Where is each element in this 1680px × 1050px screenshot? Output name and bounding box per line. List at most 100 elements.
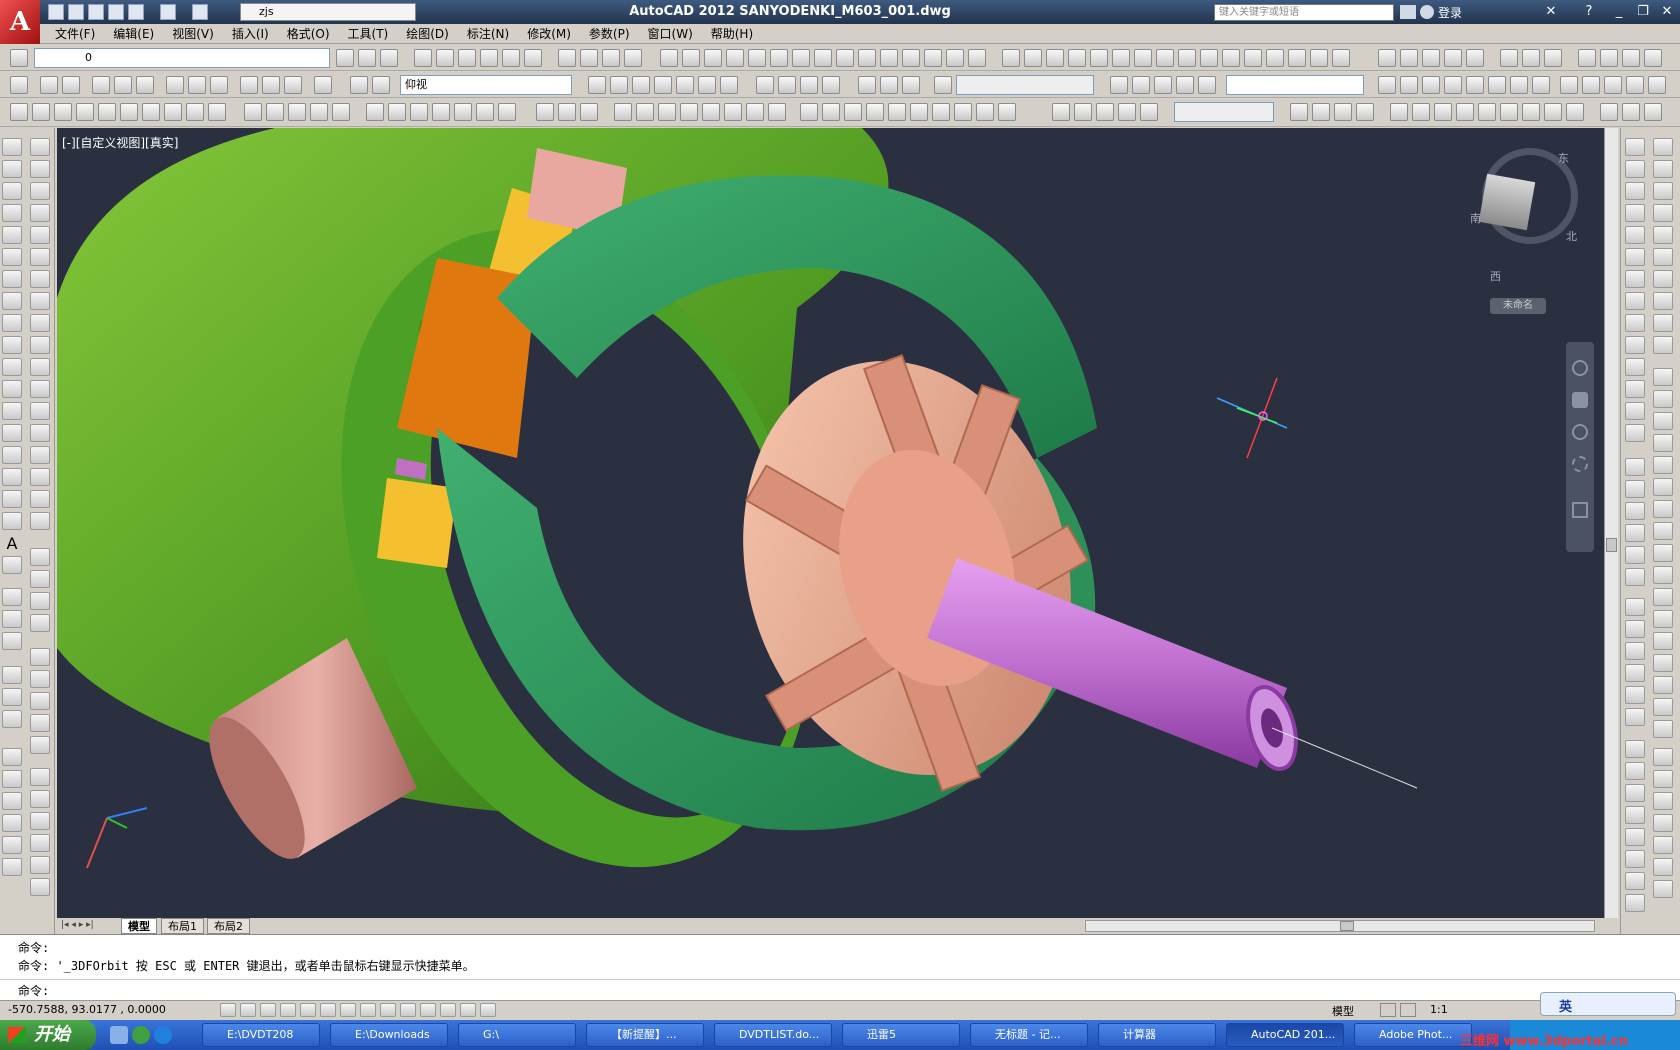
layer-delete-icon[interactable] <box>602 49 620 67</box>
slice-icon[interactable] <box>954 103 972 121</box>
render-icon[interactable] <box>1378 49 1396 67</box>
zoom-window-icon[interactable] <box>1154 76 1172 94</box>
solid-intersect-icon[interactable] <box>580 103 598 121</box>
maximize-button[interactable]: ❐ <box>1632 3 1654 21</box>
tab-navigation-arrows[interactable]: |◂ ◂ ▸ ▸| <box>61 920 121 932</box>
menu-parametric[interactable]: 参数(P) <box>580 24 639 44</box>
zoom-dropdown[interactable] <box>1226 75 1364 95</box>
dim-jogged-icon[interactable] <box>1112 49 1130 67</box>
ucs-view-icon[interactable] <box>114 76 132 94</box>
block-icon[interactable] <box>1140 103 1158 121</box>
walkthrough-icon[interactable] <box>1653 456 1673 474</box>
table-icon[interactable] <box>1052 103 1070 121</box>
quick-properties-icon[interactable] <box>460 1003 476 1017</box>
3d-move-icon[interactable] <box>432 103 450 121</box>
texture-icon[interactable] <box>1653 698 1673 716</box>
rectangle-icon[interactable] <box>2 226 22 244</box>
solid-draw-icon[interactable] <box>1625 380 1645 398</box>
cylinder-right-icon[interactable] <box>1653 160 1673 178</box>
infer-constraints-icon[interactable] <box>220 1003 236 1017</box>
offset-icon[interactable] <box>2 610 22 628</box>
polygon-icon[interactable] <box>2 204 22 222</box>
design-center-icon[interactable] <box>1600 103 1618 121</box>
selection-cycling-icon[interactable] <box>480 1003 496 1017</box>
parametric-icon[interactable] <box>1625 784 1645 802</box>
view-se-iso-icon[interactable] <box>756 76 774 94</box>
properties-match-icon[interactable] <box>30 648 50 666</box>
dim-aligned-icon[interactable] <box>1024 49 1042 67</box>
vertical-scrollbar[interactable] <box>1604 128 1618 918</box>
zoom-extents-icon[interactable] <box>1198 76 1216 94</box>
attach-icon[interactable] <box>1653 720 1673 738</box>
manage-icon[interactable] <box>1625 806 1645 824</box>
material-icon[interactable] <box>1422 49 1440 67</box>
transparency-icon[interactable] <box>440 1003 456 1017</box>
dim-space-icon[interactable] <box>1244 49 1262 67</box>
view-back-icon[interactable] <box>698 76 716 94</box>
break-icon[interactable] <box>30 402 50 420</box>
free-orbit-icon[interactable] <box>1522 49 1540 67</box>
inspect-icon[interactable] <box>1332 49 1350 67</box>
view-right-icon[interactable] <box>654 76 672 94</box>
spell-check-icon[interactable] <box>1456 103 1474 121</box>
copy-icon[interactable] <box>30 160 50 178</box>
ime-language[interactable]: 英 <box>1559 996 1572 1015</box>
help-icon[interactable]: ? <box>1578 3 1600 21</box>
scale-icon[interactable] <box>30 292 50 310</box>
section-icon[interactable] <box>1625 336 1645 354</box>
ucs-origin-icon[interactable] <box>136 76 154 94</box>
constraint-icon[interactable] <box>2 748 22 766</box>
gradient-icon[interactable] <box>2 468 22 486</box>
tab-model[interactable]: 模型 <box>121 918 157 934</box>
dim-continue-icon[interactable] <box>1222 49 1240 67</box>
snap-settings-icon[interactable] <box>968 49 986 67</box>
rotate-faces-icon[interactable] <box>702 103 720 121</box>
text-style-dropdown[interactable] <box>1174 102 1274 122</box>
ucs-icon[interactable] <box>1644 49 1662 67</box>
add-selected-icon[interactable] <box>2 556 22 574</box>
snap-quadrant-icon[interactable] <box>792 49 810 67</box>
ucs-x-icon[interactable] <box>210 76 228 94</box>
model-space-toggle[interactable]: 模型 <box>1332 1003 1354 1019</box>
ucs-menu[interactable]: 未命名 <box>1490 298 1546 314</box>
close-button[interactable]: ✕ <box>1656 3 1678 21</box>
search-input[interactable]: 键入关键字或短语 <box>1214 4 1394 21</box>
menu-file[interactable]: 文件(F) <box>46 24 104 44</box>
zoom-in-icon[interactable] <box>1378 76 1396 94</box>
view-front-icon[interactable] <box>676 76 694 94</box>
geometric-constraint-icon[interactable] <box>2 792 22 810</box>
rotate-icon[interactable] <box>30 270 50 288</box>
tab-layout2[interactable]: 布局2 <box>207 918 250 934</box>
ucs-previous-icon[interactable] <box>40 76 58 94</box>
dgn-icon[interactable] <box>1653 880 1673 898</box>
intersect-icon[interactable] <box>410 103 428 121</box>
edge-icon[interactable] <box>1625 160 1645 178</box>
isolate-objects-icon[interactable] <box>30 736 50 754</box>
draw-order-icon[interactable] <box>30 548 50 566</box>
offset-faces-icon[interactable] <box>658 103 676 121</box>
snap-extension-icon[interactable] <box>748 49 766 67</box>
union-icon[interactable] <box>366 103 384 121</box>
camera-icon[interactable] <box>1578 49 1596 67</box>
extrude-icon[interactable] <box>244 103 262 121</box>
taskbar-item-dvdt208[interactable]: E:\DVDT208 <box>202 1023 320 1047</box>
ucs-zaxis-icon[interactable] <box>166 76 184 94</box>
light-icon[interactable] <box>1400 49 1418 67</box>
dim-radius-icon[interactable] <box>1090 49 1108 67</box>
check-icon[interactable] <box>932 103 950 121</box>
zoom-dynamic-icon[interactable] <box>1510 76 1528 94</box>
ie-icon[interactable] <box>154 1026 172 1044</box>
construction-line-icon[interactable] <box>2 160 22 178</box>
dim-style-icon[interactable] <box>1290 103 1308 121</box>
find-icon[interactable] <box>1478 103 1496 121</box>
dim-quick-icon[interactable] <box>1178 49 1196 67</box>
delete-faces-icon[interactable] <box>680 103 698 121</box>
ucs-z-icon[interactable] <box>262 76 280 94</box>
solid-union-icon[interactable] <box>536 103 554 121</box>
text-frame-icon[interactable] <box>1566 103 1584 121</box>
login-link[interactable]: 登录 <box>1438 4 1462 21</box>
coordinate-readout[interactable]: -570.7588, 93.0177 , 0.0000 <box>8 1003 166 1016</box>
multiline-text-tool-icon[interactable]: A <box>2 534 22 553</box>
subtract-icon[interactable] <box>388 103 406 121</box>
ucs-apply-icon[interactable] <box>284 76 302 94</box>
